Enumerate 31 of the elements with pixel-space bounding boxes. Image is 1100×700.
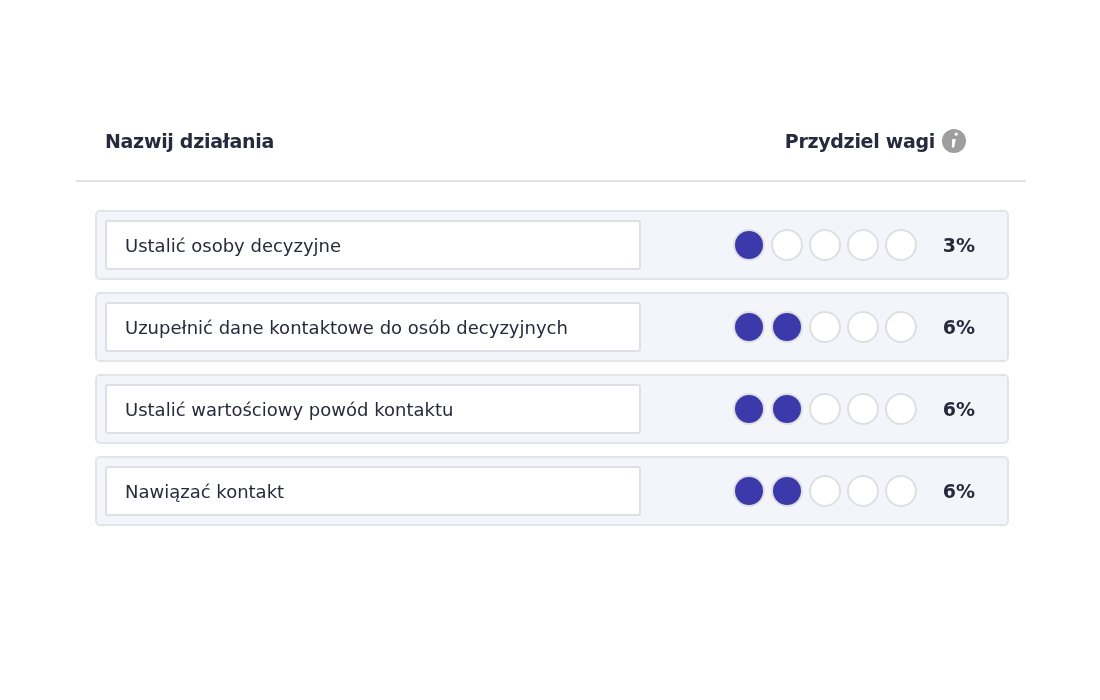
input-field[interactable]: Ustalić wartościowy powód kontaktu [105,384,641,434]
input-field[interactable]: Uzupełnić dane kontaktowe do osób decyzyjnych [105,302,641,352]
weight-dot[interactable] [771,229,803,261]
weight-dot[interactable] [885,311,917,343]
weight-dot[interactable] [733,229,765,261]
weight-dot[interactable] [733,311,765,343]
weight-dot[interactable] [847,475,879,507]
weight-dot[interactable] [733,475,765,507]
input-field[interactable]: Nawiązać kontakt [105,466,641,516]
info-icon[interactable] [942,129,966,153]
weight-dot[interactable] [847,393,879,425]
percent-value: 6% [942,316,975,338]
weight-dot[interactable] [809,393,841,425]
percent-value: 6% [942,480,975,502]
percent-value: 6% [942,398,975,420]
weight-dot[interactable] [771,475,803,507]
weight-dot[interactable] [847,229,879,261]
weight-dot[interactable] [771,393,803,425]
weight-dot[interactable] [809,229,841,261]
percent-value: 3% [942,234,975,256]
column-heading: Przydziel wagi [784,130,935,152]
weight-dot[interactable] [733,393,765,425]
weight-dot[interactable] [809,475,841,507]
weight-dot[interactable] [885,393,917,425]
weight-dot[interactable] [847,311,879,343]
weight-dot[interactable] [885,229,917,261]
input-field[interactable]: Ustalić osoby decyzyjne [105,220,641,270]
weight-dot[interactable] [885,475,917,507]
weight-dot[interactable] [771,311,803,343]
column-heading: Nazwij działania [105,130,274,152]
weight-dot[interactable] [809,311,841,343]
